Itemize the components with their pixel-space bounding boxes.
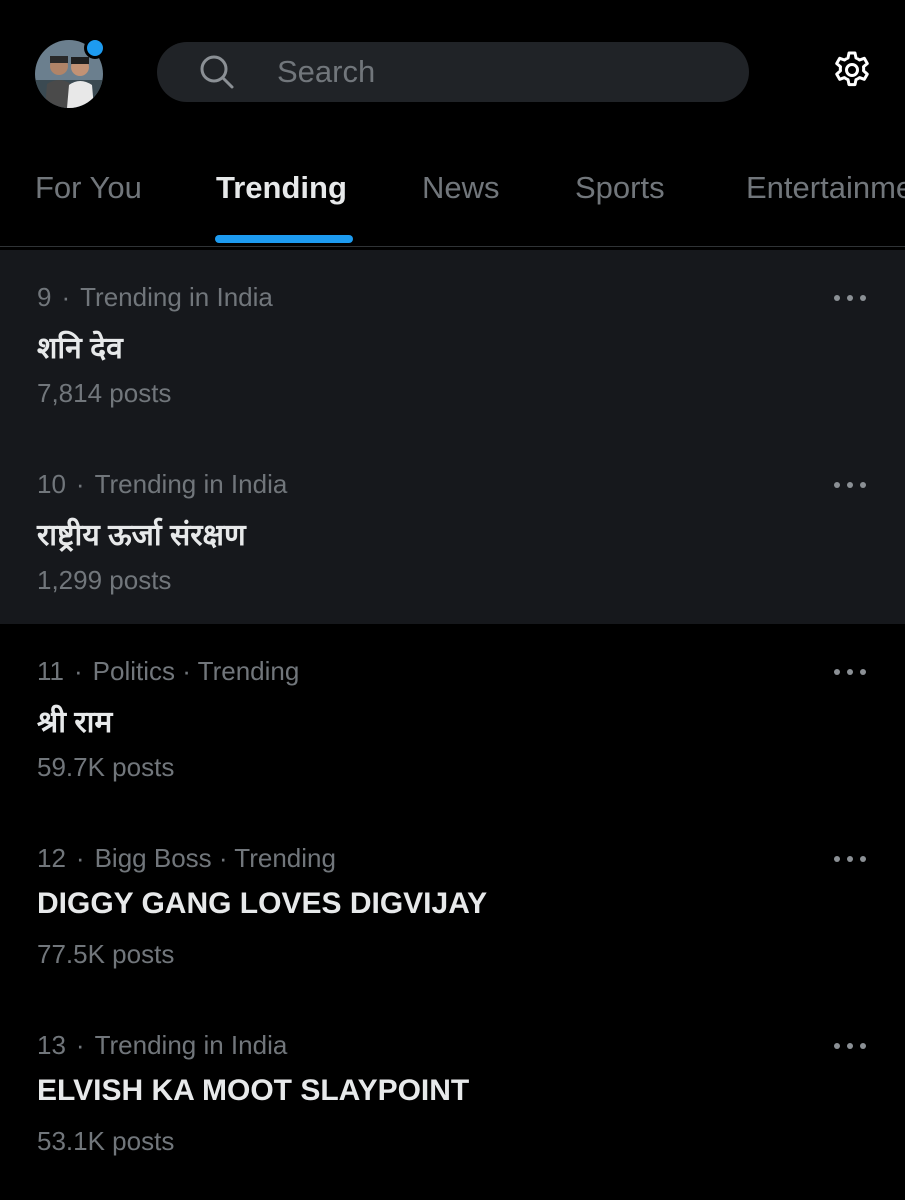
gear-icon [832, 50, 872, 95]
trend-post-count: 53.1K posts [37, 1126, 175, 1156]
tab-entertainment[interactable]: Entertainment [746, 170, 905, 206]
more-options-button[interactable] [828, 473, 872, 497]
search-placeholder: Search [277, 54, 376, 89]
tab-trending[interactable]: Trending [216, 170, 347, 206]
more-options-button[interactable] [828, 286, 872, 310]
trend-context: Trending in India [94, 1030, 288, 1060]
more-icon [834, 482, 866, 488]
top-bar: Search [0, 0, 905, 140]
trend-rank: 12 [37, 843, 66, 873]
trend-meta: 13 · Trending in India [37, 1030, 288, 1060]
trend-post-count: 59.7K posts [37, 752, 175, 782]
more-icon [834, 1043, 866, 1049]
trend-context: Trending in India [94, 469, 288, 499]
trend-item[interactable]: 11 · Politics · Trending श्री राम 59.7K po… [0, 624, 905, 811]
search-bar[interactable]: Search [157, 42, 749, 102]
more-icon [834, 295, 866, 301]
trend-meta: 11 · Politics · Trending [37, 656, 300, 686]
trend-context: Bigg Boss · Trending [94, 843, 336, 873]
more-options-button[interactable] [828, 1034, 872, 1058]
trend-meta: 12 · Bigg Boss · Trending [37, 843, 336, 873]
trend-rank: 9 [37, 282, 52, 312]
trend-rank: 13 [37, 1030, 66, 1060]
more-icon [834, 856, 866, 862]
settings-button[interactable] [830, 50, 874, 94]
trend-title: राष्ट्रीय ऊर्जा संरक्षण [37, 519, 246, 552]
trend-meta: 9 · Trending in India [37, 282, 273, 312]
tab-for-you[interactable]: For You [35, 170, 142, 206]
trend-rank: 10 [37, 469, 66, 499]
active-tab-indicator [215, 235, 353, 243]
tab-news[interactable]: News [422, 170, 500, 206]
trend-title: शनि देव [37, 332, 123, 365]
trend-item[interactable]: 12 · Bigg Boss · Trending DIGGY GANG LOVES… [0, 811, 905, 998]
trend-post-count: 77.5K posts [37, 939, 175, 969]
notification-dot [84, 37, 106, 59]
trend-item[interactable]: 13 · Trending in India ELVISH KA MOOT SLAY… [0, 998, 905, 1185]
trend-rank: 11 [37, 656, 64, 686]
trend-meta: 10 · Trending in India [37, 469, 288, 499]
trend-title: ELVISH KA MOOT SLAYPOINT [37, 1074, 470, 1107]
trend-post-count: 7,814 posts [37, 378, 172, 408]
more-icon [834, 669, 866, 675]
trend-post-count: 1,299 posts [37, 565, 172, 595]
trend-context: Trending in India [80, 282, 273, 312]
more-options-button[interactable] [828, 660, 872, 684]
trend-item[interactable]: 9 · Trending in India शनि देव 7,814 posts [0, 250, 905, 437]
trend-context: Politics · Trending [92, 656, 300, 686]
trend-title: DIGGY GANG LOVES DIGVIJAY [37, 887, 488, 920]
search-icon [199, 54, 235, 90]
tab-sports[interactable]: Sports [575, 170, 665, 206]
more-options-button[interactable] [828, 847, 872, 871]
explore-tabs: For You Trending News Sports Entertainme… [0, 140, 905, 247]
trend-item[interactable]: 10 · Trending in India राष्ट्रीय ऊर्जा संर… [0, 437, 905, 624]
trend-title: श्री राम [37, 706, 113, 739]
